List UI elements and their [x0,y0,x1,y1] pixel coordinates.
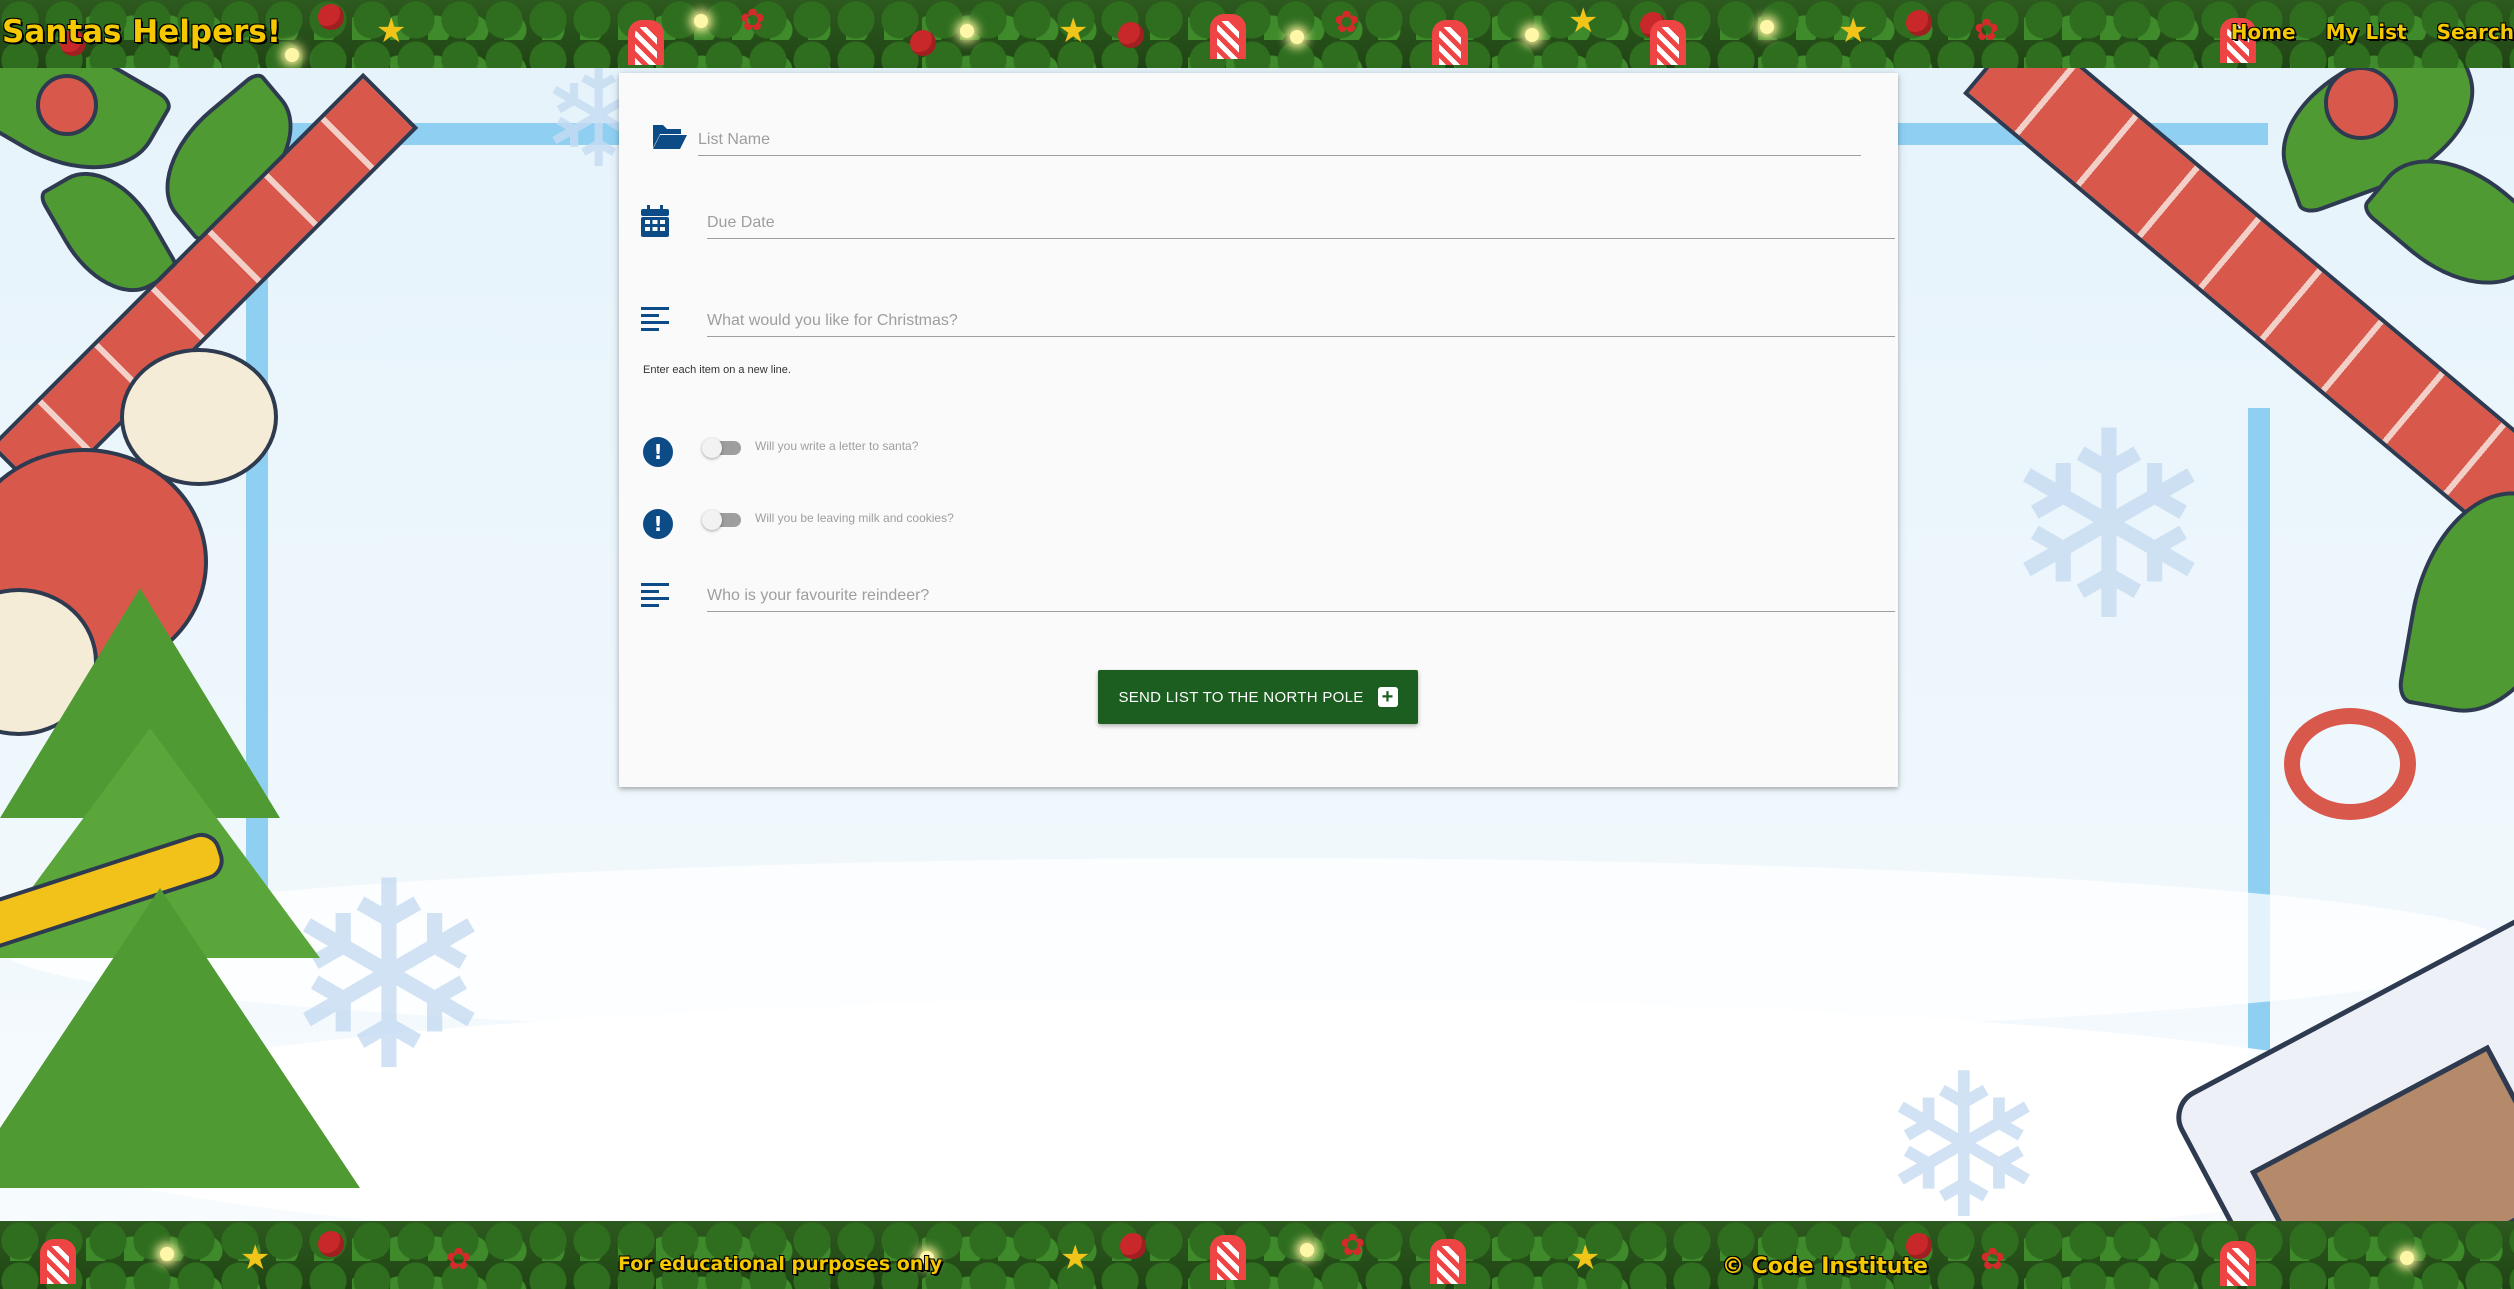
align-left-icon [641,307,669,331]
star-ornament: ★ [1838,12,1869,50]
ornament-ball [318,1231,344,1257]
light-bulb [1760,20,1774,34]
ornament-ball [1118,22,1144,48]
send-list-label: SEND LIST TO THE NORTH POLE [1118,688,1364,706]
cookies-toggle-label: Will you be leaving milk and cookies? [755,511,954,525]
wishlist-form-card: Enter each item on a new line. ! Will yo… [619,73,1898,787]
nav-search[interactable]: Search [2437,20,2514,44]
candy-cane [1210,14,1246,59]
light-bulb [285,48,299,62]
candy-cane-decor [2284,708,2416,820]
light-bulb [694,14,708,28]
star-ornament: ★ [376,12,407,50]
candy-cane [40,1239,76,1284]
reindeer-input[interactable] [707,581,1895,612]
switch-knob [702,510,722,530]
candy-cane [1430,1239,1466,1284]
ornament-ball [910,30,936,56]
header-garland: ★ ✿ ★ ✿ ★ ★ ✿ Santas Helpers! Home My Li… [0,0,2514,68]
light-bulb [1300,1243,1314,1257]
right-holly-decoration [1954,68,2514,1221]
reindeer-field [641,581,1895,631]
plus-square-icon: + [1377,687,1398,707]
main-nav: Home My List Search [2231,20,2514,44]
due-date-field [641,201,1895,251]
brand-logo[interactable]: Santas Helpers! [2,14,281,50]
candy-cane [1210,1235,1246,1280]
align-left-icon [641,583,669,607]
letter-toggle-switch[interactable] [702,438,741,458]
wishes-field [641,305,1895,355]
star-ornament: ★ [1570,1239,1601,1277]
candy-cane [2220,1241,2256,1286]
bow-ornament: ✿ [1980,1243,2006,1276]
light-bulb [1290,30,1304,44]
star-ornament: ★ [1058,12,1089,50]
list-name-field [651,115,1881,165]
cookies-toggle-row: ! Will you be leaving milk and cookies? [643,509,1243,543]
holly-berry [2324,68,2398,140]
calendar-icon [641,205,669,237]
light-bulb [2400,1251,2414,1265]
send-list-button[interactable]: SEND LIST TO THE NORTH POLE + [1098,670,1418,724]
ornament-ball [318,4,344,30]
due-date-input[interactable] [707,208,1895,239]
cookies-toggle-switch[interactable] [702,510,741,530]
ornament-ball [1906,10,1932,36]
bow-ornament: ✿ [446,1243,472,1276]
tree-layer [0,888,360,1188]
wishes-textarea[interactable] [707,306,1895,337]
letter-toggle-row: ! Will you write a letter to santa? [643,437,1243,471]
star-ornament: ★ [1060,1239,1091,1277]
star-ornament: ★ [240,1239,271,1277]
star-ornament: ★ [1568,2,1599,40]
ornament-ball [1120,1233,1146,1259]
folder-open-icon [653,125,687,149]
candy-cane [1432,20,1468,65]
bow-ornament: ✿ [1334,6,1360,39]
footer-copyright: © Code Institute [1722,1254,1928,1279]
footer-garland: ★ ✿ ★ ✿ ★ ✿ For educational purposes onl… [0,1221,2514,1289]
light-bulb [960,24,974,38]
holly-berry [36,74,98,136]
wishes-helper-text: Enter each item on a new line. [643,364,791,376]
nav-my-list[interactable]: My List [2326,20,2407,44]
candy-cane [1650,20,1686,65]
list-name-input[interactable] [698,125,1861,156]
light-bulb [1525,28,1539,42]
candy-cane [628,20,664,65]
light-bulb [160,1247,174,1261]
nav-home[interactable]: Home [2231,20,2296,44]
bow-ornament: ✿ [1340,1229,1366,1262]
switch-knob [702,438,722,458]
bow-ornament: ✿ [740,4,766,37]
letter-toggle-label: Will you write a letter to santa? [755,439,919,453]
footer-disclaimer: For educational purposes only [618,1253,943,1275]
exclamation-circle-icon: ! [643,437,673,467]
holly-leaf [2395,476,2514,728]
left-holly-decoration [0,68,419,1221]
bow-ornament: ✿ [1974,14,2000,47]
exclamation-circle-icon: ! [643,509,673,539]
